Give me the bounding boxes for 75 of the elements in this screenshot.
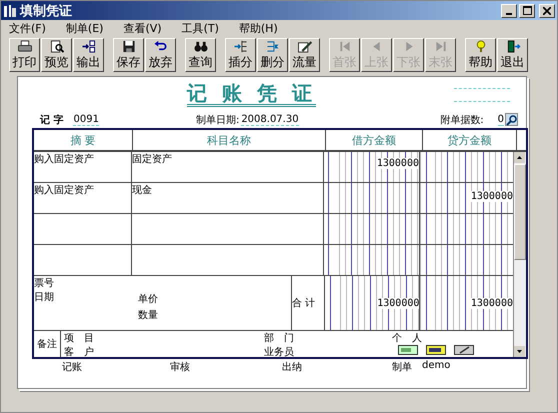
date-label: 日期 — [34, 290, 54, 304]
maximize-button[interactable] — [519, 4, 535, 18]
column-header: 摘 要 — [34, 130, 133, 150]
toolbar-button[interactable]: 保存 — [113, 38, 144, 72]
attachments-label: 附单据数: — [440, 114, 484, 126]
toolbar-button[interactable]: 删分 — [257, 38, 288, 72]
menu-item[interactable]: 制单(E) — [66, 21, 104, 36]
toolbar-button[interactable]: 预览 — [41, 38, 72, 72]
department-label: 部 门 — [264, 332, 294, 345]
voucher-title: 记 账 凭 证 — [187, 82, 316, 106]
menu-item[interactable]: 查看(V) — [123, 21, 162, 36]
maximize-icon — [522, 6, 532, 15]
signature-label: 出纳 — [282, 360, 302, 374]
date-label: 制单日期: — [196, 114, 240, 126]
binoculars-icon — [192, 40, 208, 53]
card-icon[interactable] — [398, 345, 418, 355]
close-icon — [543, 6, 551, 14]
close-button[interactable] — [539, 4, 555, 18]
menu-item[interactable]: 文件(F) — [9, 21, 46, 36]
quantity-label: 数量 — [138, 309, 158, 322]
toolbar-button[interactable]: 打印 — [9, 38, 40, 72]
column-header: 科目名称 — [133, 130, 326, 150]
blank-field[interactable] — [454, 86, 510, 89]
table-cell-text: 购入固定资产 — [34, 152, 94, 166]
credit-total: 1300000 — [420, 276, 513, 330]
scrollbar[interactable] — [513, 152, 526, 357]
scroll-thumb[interactable] — [514, 164, 526, 260]
window-title: 填制凭证 — [20, 2, 72, 20]
toolbar-button[interactable]: 查询 — [185, 38, 216, 72]
minimize-icon — [506, 12, 512, 14]
minimize-button[interactable] — [501, 4, 517, 18]
toolbar-button[interactable]: 插分 — [225, 38, 256, 72]
scroll-up-icon[interactable] — [514, 152, 525, 163]
notes-label: 备注 — [37, 338, 57, 351]
total-label: 合 计 — [292, 296, 316, 310]
salesperson-label: 业务员 — [264, 346, 294, 359]
blank-field[interactable] — [454, 99, 510, 102]
pen-icon[interactable] — [454, 345, 474, 355]
table-cell-text: 固定资产 — [132, 152, 172, 166]
toolbar-button[interactable]: 流量 — [289, 38, 320, 72]
insert-row-icon — [232, 40, 248, 53]
search-icon[interactable] — [505, 113, 518, 126]
menu-item[interactable]: 帮助(H) — [238, 21, 278, 36]
customer-label: 客 户 — [64, 346, 94, 359]
scroll-down-icon[interactable] — [514, 346, 525, 357]
signature-label: 记账 — [62, 360, 82, 374]
table-cell-text: 购入固定资产 — [34, 184, 94, 197]
export-icon — [80, 40, 96, 53]
printer-icon — [16, 40, 32, 53]
signature-label: 制单 — [392, 360, 412, 374]
attachments-field[interactable]: 0 — [498, 114, 504, 126]
table-cell-text: 现金 — [132, 184, 152, 197]
app-icon — [3, 4, 17, 18]
signature-value: demo — [422, 360, 450, 373]
voucher-number[interactable]: 0091 — [73, 114, 99, 126]
toolbar-button[interactable]: 帮助 — [465, 38, 496, 72]
signature-label: 审核 — [170, 360, 190, 374]
column-header: 贷方金额 — [423, 130, 517, 150]
unit-price-label: 单价 — [138, 292, 158, 306]
date-field[interactable]: 2008.07.30 — [241, 114, 299, 126]
card-icon[interactable] — [426, 345, 446, 355]
person-label: 个 人 — [392, 332, 423, 345]
voucher-type-label: 记 字 — [40, 113, 64, 126]
column-header: 借方金额 — [326, 130, 423, 150]
pencil-icon — [296, 40, 312, 53]
toolbar-button[interactable]: 放弃 — [145, 38, 176, 72]
toolbar-button[interactable]: 退出 — [497, 38, 528, 72]
ticket-number-label: 票号 — [34, 277, 54, 290]
toolbar-button[interactable]: 输出 — [73, 38, 104, 72]
undo-icon — [152, 40, 168, 53]
table-cell: 1300000 — [420, 183, 513, 213]
project-label: 项 目 — [64, 332, 94, 345]
menu-item[interactable]: 工具(T) — [182, 21, 219, 36]
delete-row-icon — [264, 40, 280, 53]
magnifier-page-icon — [48, 40, 64, 53]
